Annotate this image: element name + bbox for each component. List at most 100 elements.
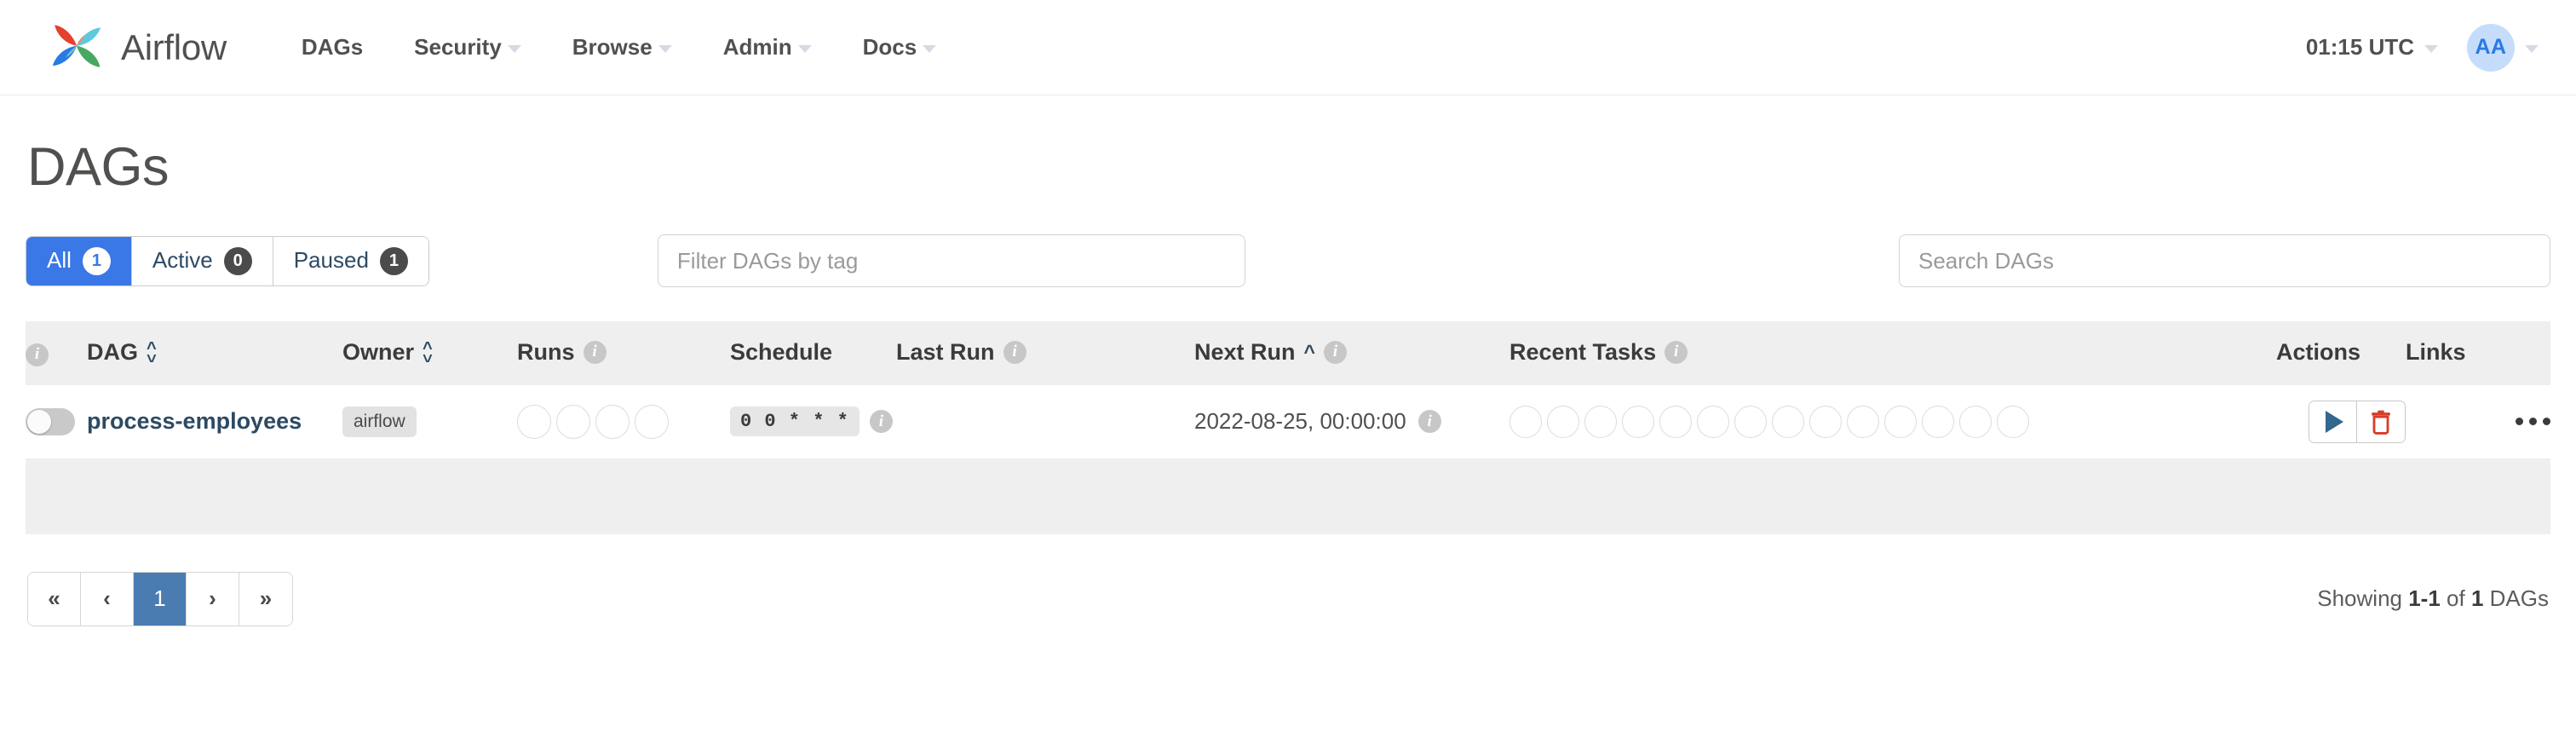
table-row: process-employees airflow [26, 385, 2550, 459]
nav-item-browse[interactable]: Browse [547, 26, 698, 69]
header-dag-label: DAG [87, 339, 138, 366]
nav-item-security[interactable]: Security [388, 26, 547, 69]
user-menu[interactable]: AA [2467, 24, 2539, 72]
task-status-circle[interactable] [1809, 406, 1842, 438]
next-run-value: 2022-08-25, 00:00:00 [1194, 408, 1406, 435]
dags-table-head: i DAG ^^ Owner [26, 321, 2550, 385]
play-icon [2326, 411, 2343, 433]
cell-recent-tasks [1509, 385, 2276, 459]
dags-table: i DAG ^^ Owner [26, 321, 2550, 459]
info-icon[interactable]: i [870, 410, 893, 433]
filter-tab-label: Active [152, 247, 213, 274]
header-dag[interactable]: DAG ^^ [87, 321, 342, 385]
chevron-down-icon [798, 45, 812, 53]
showing-total: 1 [2471, 585, 2483, 611]
trash-icon [2370, 409, 2392, 435]
navbar-right: 01:15 UTC AA [2306, 24, 2539, 72]
info-icon[interactable]: i [1418, 410, 1441, 433]
dag-name-link[interactable]: process-employees [87, 408, 302, 434]
task-status-circle[interactable] [1847, 406, 1879, 438]
brand-home-link[interactable]: Airflow [44, 15, 227, 80]
top-navbar: Airflow DAGs Security Browse Admin Docs … [0, 0, 2576, 95]
next-page-button[interactable]: › [187, 573, 239, 626]
filter-tab-count: 1 [83, 247, 111, 275]
page-title: DAGs [27, 136, 2550, 198]
nav-item-dags[interactable]: DAGs [283, 26, 388, 69]
header-owner[interactable]: Owner ^^ [342, 321, 517, 385]
info-icon[interactable]: i [1665, 341, 1688, 364]
sort-ascending-icon[interactable]: ^ [1304, 341, 1315, 364]
filter-tab-label: All [47, 247, 72, 274]
nav-item-docs[interactable]: Docs [837, 26, 963, 69]
table-footer-spacer [26, 459, 2550, 534]
nav-links: DAGs Security Browse Admin Docs [283, 26, 962, 69]
task-status-circle[interactable] [1697, 406, 1729, 438]
filter-tab-paused[interactable]: Paused 1 [273, 237, 428, 285]
task-status-circle[interactable] [1959, 406, 1992, 438]
nav-item-label: Security [414, 34, 502, 61]
task-status-circle[interactable] [1659, 406, 1692, 438]
sort-toggle-icon[interactable]: ^^ [147, 346, 157, 358]
search-wrap [1899, 234, 2550, 287]
filter-tab-all[interactable]: All 1 [26, 237, 132, 285]
runs-circles [517, 405, 730, 439]
brand-text: Airflow [121, 27, 227, 68]
cell-dag-name: process-employees [87, 385, 342, 459]
page-1-button[interactable]: 1 [134, 573, 187, 626]
tag-filter-wrap [658, 234, 1245, 287]
prev-page-button[interactable]: ‹ [81, 573, 134, 626]
dags-table-wrap: i DAG ^^ Owner [26, 321, 2550, 534]
header-actions-label: Actions [2276, 339, 2360, 365]
nav-item-admin[interactable]: Admin [698, 26, 837, 69]
header-schedule-label: Schedule [730, 339, 832, 365]
task-status-circle[interactable] [1509, 406, 1542, 438]
pagination-bar: « ‹ 1 › » Showing 1-1 of 1 DAGs [26, 572, 2550, 626]
filter-tab-label: Paused [294, 247, 369, 274]
run-status-circle[interactable] [595, 405, 630, 439]
cell-actions [2276, 385, 2406, 459]
sort-toggle-icon[interactable]: ^^ [423, 346, 433, 358]
info-icon[interactable]: i [1003, 341, 1026, 364]
search-input[interactable] [1899, 234, 2550, 287]
run-status-circle[interactable] [517, 405, 551, 439]
info-icon[interactable]: i [584, 341, 607, 364]
header-runs: Runs i [517, 321, 730, 385]
header-recent-tasks: Recent Tasks i [1509, 321, 2276, 385]
first-page-button[interactable]: « [28, 573, 81, 626]
delete-dag-button[interactable] [2357, 401, 2405, 442]
owner-badge[interactable]: airflow [342, 406, 417, 437]
info-icon[interactable]: i [1324, 341, 1347, 364]
showing-suffix: DAGs [2490, 585, 2549, 611]
last-page-button[interactable]: » [239, 573, 292, 626]
task-status-circle[interactable] [1622, 406, 1654, 438]
ellipsis-icon[interactable] [2516, 418, 2550, 425]
task-status-circle[interactable] [1772, 406, 1804, 438]
task-status-circle[interactable] [1547, 406, 1579, 438]
avatar: AA [2467, 24, 2515, 72]
dag-filter-bar: All 1 Active 0 Paused 1 [26, 234, 2550, 287]
timezone-label: 01:15 UTC [2306, 34, 2414, 61]
header-last-run: Last Run i [896, 321, 1194, 385]
showing-prefix: Showing [2317, 585, 2402, 611]
header-links: Links [2406, 321, 2550, 385]
header-links-label: Links [2406, 339, 2466, 365]
header-next-run[interactable]: Next Run ^ i [1194, 321, 1509, 385]
dag-pause-toggle[interactable] [26, 408, 75, 435]
timezone-selector[interactable]: 01:15 UTC [2306, 34, 2438, 61]
task-status-circle[interactable] [1997, 406, 2029, 438]
row-action-group [2309, 401, 2406, 443]
task-status-circle[interactable] [1922, 406, 1954, 438]
run-status-circle[interactable] [635, 405, 669, 439]
task-status-circle[interactable] [1584, 406, 1617, 438]
trigger-dag-button[interactable] [2309, 401, 2357, 442]
task-status-circle[interactable] [1734, 406, 1767, 438]
tag-filter-input[interactable] [658, 234, 1245, 287]
nav-item-label: Browse [572, 34, 653, 61]
nav-item-label: DAGs [302, 34, 363, 61]
header-runs-label: Runs [517, 339, 575, 366]
cell-links [2406, 385, 2550, 459]
filter-tab-active[interactable]: Active 0 [132, 237, 273, 285]
info-icon[interactable]: i [26, 343, 49, 366]
task-status-circle[interactable] [1884, 406, 1917, 438]
run-status-circle[interactable] [556, 405, 590, 439]
